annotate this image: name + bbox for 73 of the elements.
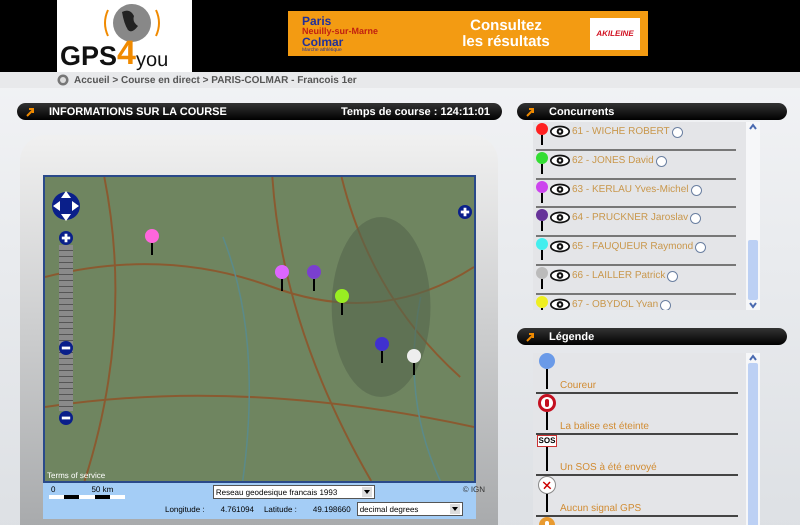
scrollbar-thumb[interactable]: [748, 240, 758, 300]
legend-label: Aucun signal GPS: [560, 503, 642, 514]
eye-icon[interactable]: [550, 211, 570, 224]
latitude-value: 49.198660: [312, 504, 351, 514]
zoom-slider[interactable]: [59, 245, 73, 411]
eye-icon[interactable]: [550, 125, 570, 138]
sponsor-logo: AKILEINE: [590, 18, 640, 50]
beacon-off-pin-icon: [538, 394, 556, 430]
scale-label: 0: [51, 485, 56, 494]
race-time: Temps de course : 124:11:01: [341, 106, 490, 118]
logo-text: GPS: [60, 43, 118, 70]
map-credit: © IGN: [462, 485, 486, 496]
competitor-name[interactable]: 62 - JONES David: [572, 154, 654, 166]
competitor-name[interactable]: 67 - OBYDOL Yvan: [572, 298, 658, 310]
units-select[interactable]: decimal degrees: [356, 502, 463, 516]
eye-icon[interactable]: [550, 298, 570, 310]
spiral-icon: [57, 74, 69, 86]
radio-button[interactable]: [690, 213, 702, 224]
scrollbar-thumb[interactable]: [748, 363, 758, 525]
map-pin-icon[interactable]: [145, 229, 159, 255]
longitude-label: Longitude :: [165, 504, 205, 514]
radio-button[interactable]: [660, 300, 672, 310]
eye-icon[interactable]: [550, 182, 570, 196]
map-pin-icon[interactable]: [275, 265, 289, 291]
dropdown-arrow-icon[interactable]: [362, 487, 372, 497]
scrollbar[interactable]: [746, 122, 760, 310]
eye-icon[interactable]: [550, 154, 570, 167]
radio-button[interactable]: [672, 127, 683, 138]
scroll-down-icon[interactable]: [748, 300, 758, 310]
competitor-name[interactable]: 63 - KERLAU Yves-Michel: [572, 184, 689, 195]
eye-icon[interactable]: [550, 240, 570, 254]
terms-link[interactable]: Terms of service: [47, 471, 106, 480]
legend-label: La balise est éteinte: [560, 421, 649, 432]
map-pin-icon[interactable]: [335, 289, 349, 315]
logo[interactable]: GPS4you: [57, 0, 192, 72]
competitor-name[interactable]: 66 - LAILLER Patrick: [572, 270, 666, 281]
dropdown-arrow-icon[interactable]: [450, 504, 460, 514]
radio-button[interactable]: [667, 270, 678, 282]
banner-headline: les résultats: [462, 34, 550, 50]
arrow-icon: [25, 106, 35, 116]
radio-button[interactable]: [695, 242, 706, 254]
eye-icon[interactable]: [550, 268, 570, 282]
sos-pin: SOS: [538, 435, 556, 471]
banner-city: Neuilly-sur-Marne: [302, 26, 380, 36]
panel-title: INFORMATIONS SUR LA COURSE: [49, 106, 227, 118]
legend-label: Un SOS à été envoyé: [560, 462, 657, 473]
competitor-name[interactable]: 64 - PRUCKNER Jaroslav: [572, 212, 688, 224]
pin-icon: [538, 353, 556, 389]
competitor-name[interactable]: 65 - FAUQUEUR Raymond: [572, 241, 694, 252]
map-view[interactable]: Terms of service: [43, 175, 476, 483]
banner-city: Colmar: [302, 36, 344, 48]
zoom-handle[interactable]: [59, 340, 73, 355]
scroll-up-icon[interactable]: [748, 353, 758, 363]
competitor-name[interactable]: 61 - WICHE ROBERT: [572, 126, 670, 137]
legend-label: Coureur: [560, 380, 596, 391]
longitude-value: 4.761094: [220, 504, 254, 514]
projection-select[interactable]: Reseau geodesique francais 1993: [212, 485, 375, 499]
scrollbar[interactable]: [746, 353, 760, 525]
no-signal-pin-icon: [538, 476, 556, 512]
map-pin-icon[interactable]: [407, 349, 421, 375]
banner-city: Paris: [302, 14, 332, 26]
logo-suffix: you: [136, 50, 168, 70]
scale-label: 50 km: [91, 485, 114, 494]
radio-button[interactable]: [656, 156, 667, 167]
logo-number: 4: [117, 36, 136, 70]
latitude-label: Latitude :: [264, 504, 297, 514]
arrow-icon: [525, 106, 535, 116]
scroll-up-icon[interactable]: [748, 122, 758, 132]
radio-button[interactable]: [690, 184, 702, 196]
arrow-icon: [525, 332, 535, 342]
panel-title: Légende: [549, 330, 594, 342]
banner-headline: Consultez: [470, 18, 542, 34]
panel-title: Concurrents: [549, 106, 614, 118]
